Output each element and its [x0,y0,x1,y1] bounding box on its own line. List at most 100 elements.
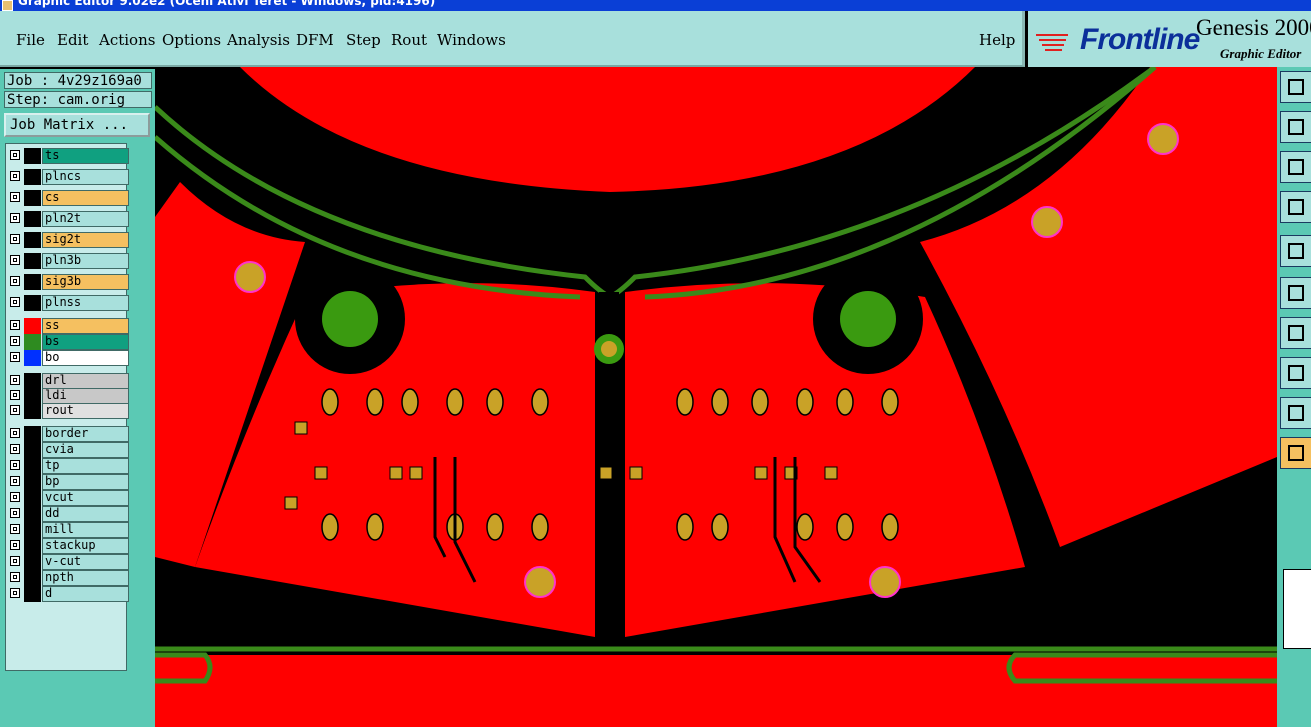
layer-color-swatch[interactable] [24,490,41,506]
mini-map[interactable] [1283,569,1311,649]
layer-row[interactable]: border [7,426,129,442]
layer-color-swatch[interactable] [24,350,41,366]
layer-checkbox[interactable] [10,588,20,598]
layer-color-swatch[interactable] [24,506,41,522]
layer-color-swatch[interactable] [24,169,41,185]
layer-icon[interactable] [1280,235,1311,267]
menu-file[interactable]: File [16,31,45,49]
layer-color-swatch[interactable] [24,334,41,350]
layer-row[interactable]: stackup [7,538,129,554]
layer-name[interactable]: cvia [42,442,129,458]
menu-options[interactable]: Options [162,31,221,49]
layer-checkbox[interactable] [10,352,20,362]
layer-color-swatch[interactable] [24,442,41,458]
layer-checkbox[interactable] [10,476,20,486]
layer-color-swatch[interactable] [24,373,41,389]
layer-row[interactable]: cvia [7,442,129,458]
layer-row[interactable]: bp [7,474,129,490]
layer-row[interactable]: sig3b [7,274,129,290]
layer-color-swatch[interactable] [24,295,41,311]
layer-row[interactable]: plnss [7,295,129,311]
layer-name[interactable]: bs [42,334,129,350]
layer-row[interactable]: npth [7,570,129,586]
layer-checkbox[interactable] [10,150,20,160]
zoom-fit-icon[interactable] [1280,111,1311,143]
layer-checkbox[interactable] [10,320,20,330]
layer-name[interactable]: drl [42,373,129,389]
layer-row[interactable]: bo [7,350,129,366]
layer-row[interactable]: pln3b [7,253,129,269]
layer-color-swatch[interactable] [24,388,41,404]
layer-row[interactable]: v-cut [7,554,129,570]
layer-color-swatch[interactable] [24,554,41,570]
layer-row[interactable]: ldi [7,388,129,404]
layer-row[interactable]: plncs [7,169,129,185]
layer-checkbox[interactable] [10,234,20,244]
menu-rout[interactable]: Rout [391,31,427,49]
layer-row[interactable]: ts [7,148,129,164]
menu-actions[interactable]: Actions [99,31,155,49]
layer-checkbox[interactable] [10,255,20,265]
layer-name[interactable]: dd [42,506,129,522]
net-icon[interactable] [1280,277,1311,309]
layer-checkbox[interactable] [10,492,20,502]
layer-checkbox[interactable] [10,276,20,286]
layer-row[interactable]: rout [7,403,129,419]
layer-color-swatch[interactable] [24,403,41,419]
graphic-canvas[interactable] [155,67,1277,727]
layer-name[interactable]: sig2t [42,232,129,248]
layer-name[interactable]: stackup [42,538,129,554]
select-pointer-icon[interactable] [1280,437,1311,469]
menu-dfm[interactable]: DFM [296,31,334,49]
snapshot-icon[interactable] [1280,71,1311,103]
layer-name[interactable]: bo [42,350,129,366]
layer-checkbox[interactable] [10,213,20,223]
layer-row[interactable]: mill [7,522,129,538]
layer-checkbox[interactable] [10,444,20,454]
layer-row[interactable]: vcut [7,490,129,506]
layer-name[interactable]: npth [42,570,129,586]
menu-analysis[interactable]: Analysis [227,31,290,49]
layer-color-swatch[interactable] [24,318,41,334]
color-icon[interactable] [1280,357,1311,389]
job-matrix-button[interactable]: Job Matrix ... [4,113,150,137]
layer-color-swatch[interactable] [24,426,41,442]
layer-name[interactable]: rout [42,403,129,419]
layer-name[interactable]: d [42,586,129,602]
menu-step[interactable]: Step [346,31,381,49]
layer-row[interactable]: sig2t [7,232,129,248]
layer-checkbox[interactable] [10,524,20,534]
layer-name[interactable]: pln3b [42,253,129,269]
layer-color-swatch[interactable] [24,570,41,586]
layer-name[interactable]: plnss [42,295,129,311]
layer-name[interactable]: cs [42,190,129,206]
layer-name[interactable]: plncs [42,169,129,185]
layer-color-swatch[interactable] [24,586,41,602]
layer-color-swatch[interactable] [24,148,41,164]
warning-icon[interactable] [1280,397,1311,429]
layer-name[interactable]: ts [42,148,129,164]
menu-windows[interactable]: Windows [437,31,506,49]
line-icon[interactable] [1280,317,1311,349]
layer-color-swatch[interactable] [24,522,41,538]
pan-icon[interactable] [1280,151,1311,183]
layer-row[interactable]: dd [7,506,129,522]
layer-color-swatch[interactable] [24,190,41,206]
layer-checkbox[interactable] [10,540,20,550]
layer-name[interactable]: ldi [42,388,129,404]
layer-checkbox[interactable] [10,192,20,202]
layer-row[interactable]: pln2t [7,211,129,227]
layer-checkbox[interactable] [10,390,20,400]
layer-checkbox[interactable] [10,572,20,582]
layer-name[interactable]: ss [42,318,129,334]
layer-checkbox[interactable] [10,297,20,307]
layer-checkbox[interactable] [10,171,20,181]
layer-row[interactable]: drl [7,373,129,389]
layer-checkbox[interactable] [10,508,20,518]
layer-checkbox[interactable] [10,336,20,346]
layer-row[interactable]: tp [7,458,129,474]
layer-name[interactable]: bp [42,474,129,490]
menu-help[interactable]: Help [979,31,1015,49]
pcb-drawing[interactable] [155,67,1277,727]
layer-name[interactable]: pln2t [42,211,129,227]
